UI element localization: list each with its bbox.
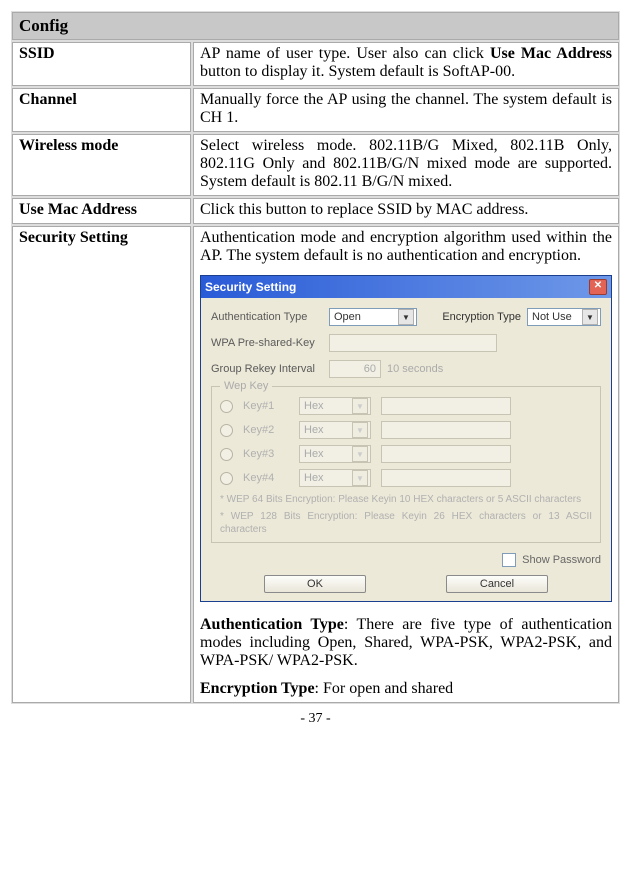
enc-type-heading: Encryption Type: [200, 680, 315, 697]
wep-key1-label: Key#1: [243, 400, 289, 412]
row-label-usemac: Use Mac Address: [12, 198, 191, 224]
enc-type-text: : For open and shared: [315, 680, 454, 697]
wep-key3-type-value: Hex: [304, 448, 324, 460]
wep-key-row-1: Key#1 Hex ▼: [220, 397, 592, 415]
wep-key2-input[interactable]: [381, 421, 511, 439]
enc-type-label: Encryption Type: [442, 311, 521, 323]
wep-key3-input[interactable]: [381, 445, 511, 463]
auth-type-heading: Authentication Type: [200, 616, 344, 633]
group-rekey-input[interactable]: 60: [329, 360, 381, 378]
auth-type-value: Open: [334, 311, 361, 323]
chevron-down-icon: ▼: [352, 470, 368, 486]
security-desc-text: Authentication mode and encryption algor…: [200, 229, 612, 265]
row-desc-channel: Manually force the AP using the channel.…: [193, 88, 619, 132]
show-password-checkbox[interactable]: [502, 553, 516, 567]
wep-key3-label: Key#3: [243, 448, 289, 460]
wep-key2-label: Key#2: [243, 424, 289, 436]
wep-key4-type-select[interactable]: Hex ▼: [299, 469, 371, 487]
wep-key-fieldset: Wep Key Key#1 Hex ▼ Key#2: [211, 386, 601, 543]
wpa-pre-shared-key-label: WPA Pre-shared-Key: [211, 337, 323, 349]
radio-key1[interactable]: [220, 400, 233, 413]
group-rekey-label: Group Rekey Interval: [211, 363, 323, 375]
cancel-button[interactable]: Cancel: [446, 575, 548, 593]
row-desc-usemac: Click this button to replace SSID by MAC…: [193, 198, 619, 224]
auth-type-select[interactable]: Open ▼: [329, 308, 417, 326]
auth-type-paragraph: Authentication Type: There are five type…: [200, 616, 612, 670]
config-table: Config SSID AP name of user type. User a…: [10, 10, 621, 705]
wpa-pre-shared-key-input[interactable]: [329, 334, 497, 352]
wep-key1-type-select[interactable]: Hex ▼: [299, 397, 371, 415]
auth-type-label: Authentication Type: [211, 311, 323, 323]
enc-type-paragraph: Encryption Type: For open and shared: [200, 680, 612, 698]
enc-type-select[interactable]: Not Use ▼: [527, 308, 601, 326]
row-label-wireless: Wireless mode: [12, 134, 191, 196]
row-label-security: Security Setting: [12, 226, 191, 703]
radio-key2[interactable]: [220, 424, 233, 437]
wep-key-row-3: Key#3 Hex ▼: [220, 445, 592, 463]
wep-key-legend: Wep Key: [220, 380, 272, 392]
dialog-titlebar: Security Setting ✕: [201, 276, 611, 298]
wep-hint-1: * WEP 64 Bits Encryption: Please Keyin 1…: [220, 493, 592, 506]
dialog-button-row: OK Cancel: [211, 575, 601, 593]
row-label-ssid: SSID: [12, 42, 191, 86]
chevron-down-icon: ▼: [352, 422, 368, 438]
wep-key2-type-value: Hex: [304, 424, 324, 436]
config-header: Config: [12, 12, 619, 40]
ssid-desc-pre: AP name of user type. User also can clic…: [200, 45, 490, 62]
chevron-down-icon: ▼: [398, 309, 414, 325]
group-rekey-unit: 10 seconds: [387, 363, 443, 375]
wep-key3-type-select[interactable]: Hex ▼: [299, 445, 371, 463]
wep-key1-input[interactable]: [381, 397, 511, 415]
wep-key2-type-select[interactable]: Hex ▼: [299, 421, 371, 439]
dialog-title-text: Security Setting: [205, 280, 296, 294]
wep-hint-2: * WEP 128 Bits Encryption: Please Keyin …: [220, 510, 592, 536]
row-desc-wireless: Select wireless mode. 802.11B/G Mixed, 8…: [193, 134, 619, 196]
page-number: - 37 -: [10, 711, 621, 727]
row-label-channel: Channel: [12, 88, 191, 132]
row-desc-ssid: AP name of user type. User also can clic…: [193, 42, 619, 86]
wpa-row: WPA Pre-shared-Key: [211, 334, 601, 352]
wep-key4-label: Key#4: [243, 472, 289, 484]
close-icon[interactable]: ✕: [589, 279, 607, 295]
wep-key4-input[interactable]: [381, 469, 511, 487]
chevron-down-icon: ▼: [352, 398, 368, 414]
auth-row: Authentication Type Open ▼ Encryption Ty…: [211, 308, 601, 326]
wep-key-row-2: Key#2 Hex ▼: [220, 421, 592, 439]
ssid-desc-post: button to display it. System default is …: [200, 63, 515, 80]
ssid-desc-bold: Use Mac Address: [490, 45, 612, 62]
dialog-body: Authentication Type Open ▼ Encryption Ty…: [201, 298, 611, 601]
wep-key1-type-value: Hex: [304, 400, 324, 412]
radio-key3[interactable]: [220, 448, 233, 461]
chevron-down-icon: ▼: [582, 309, 598, 325]
wep-key4-type-value: Hex: [304, 472, 324, 484]
show-password-label: Show Password: [522, 554, 601, 566]
radio-key4[interactable]: [220, 472, 233, 485]
wep-key-row-4: Key#4 Hex ▼: [220, 469, 592, 487]
security-setting-dialog: Security Setting ✕ Authentication Type O…: [200, 275, 612, 602]
enc-type-value: Not Use: [532, 311, 572, 323]
group-rekey-row: Group Rekey Interval 60 10 seconds: [211, 360, 601, 378]
ok-button[interactable]: OK: [264, 575, 366, 593]
show-password-row: Show Password: [211, 553, 601, 567]
row-desc-security: Authentication mode and encryption algor…: [193, 226, 619, 703]
chevron-down-icon: ▼: [352, 446, 368, 462]
